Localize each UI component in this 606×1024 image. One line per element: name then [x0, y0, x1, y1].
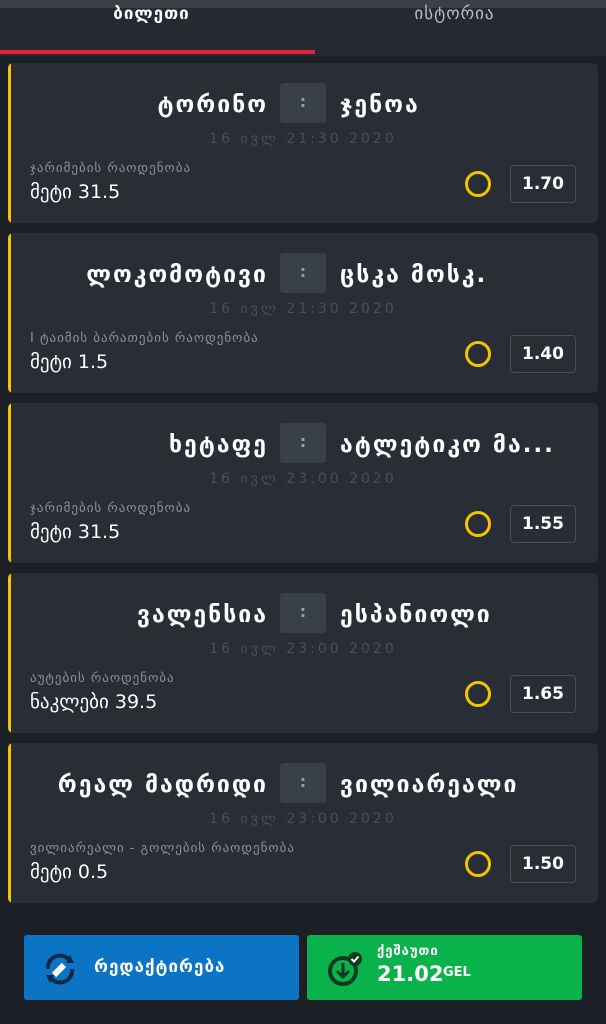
top-tab-bar: ბილეთი ისტორია [0, 0, 606, 56]
away-team: ცსკა მოსკ. [340, 262, 488, 288]
home-team: რეალ მადრიდი [57, 772, 268, 798]
bet-card: ხეტაფე : ატლეტიკო მა... 16 ივლ 23:00 202… [8, 403, 598, 563]
cashout-button[interactable]: ქეშაუთი 21.02 GEL [307, 935, 582, 1000]
pick-circle-icon[interactable] [465, 681, 491, 707]
market-name: ვილიარეალი - გოლების რაოდენობა [30, 841, 295, 856]
selection-name: მეტი 0.5 [30, 861, 109, 883]
away-team: ჯენოა [340, 92, 420, 118]
bet-card: ლოკომოტივი : ცსკა მოსკ. 16 ივლ 21:30 202… [8, 233, 598, 393]
tab-history[interactable]: ისტორია [303, 4, 606, 34]
edit-label: რედაქტირება [94, 957, 226, 977]
away-team: ესპანიოლი [340, 602, 492, 628]
bet-list: ტორინო : ჯენოა 16 ივლ 21:30 2020 ჯარიმებ… [8, 63, 598, 913]
market-name: ჯარიმების რაოდენობა [30, 501, 192, 516]
pick-circle-icon[interactable] [465, 171, 491, 197]
selection-name: მეტი 1.5 [30, 351, 109, 373]
bet-card: ვალენსია : ესპანიოლი 16 ივლ 23:00 2020 ა… [8, 573, 598, 733]
odds-value[interactable]: 1.40 [510, 335, 576, 373]
odds-value[interactable]: 1.55 [510, 505, 576, 543]
pick-circle-icon[interactable] [465, 341, 491, 367]
match-date: 16 ივლ 23:00 2020 [209, 471, 397, 487]
cashout-amount: 21.02 [377, 962, 444, 986]
home-team: ხეტაფე [168, 432, 268, 458]
market-name: აუტების რაოდენობა [30, 671, 175, 686]
selection-name: ნაკლები 39.5 [30, 691, 158, 713]
cashout-currency: GEL [443, 965, 471, 980]
selection-name: მეტი 31.5 [30, 181, 121, 203]
match-date: 16 ივლ 23:00 2020 [209, 811, 397, 827]
score-box: : [280, 593, 326, 633]
market-name: I ტაიმის ბარათების რაოდენობა [30, 331, 259, 346]
home-team: ტორინო [157, 92, 268, 118]
pick-circle-icon[interactable] [465, 511, 491, 537]
match-date: 16 ივლ 21:30 2020 [209, 301, 397, 317]
tab-ticket[interactable]: ბილეთი [0, 4, 303, 34]
match-date: 16 ივლ 21:30 2020 [209, 131, 397, 147]
action-footer: რედაქტირება ქეშაუთი 21.02 GEL [0, 910, 606, 1024]
pick-circle-icon[interactable] [465, 851, 491, 877]
cashout-check-icon [328, 952, 362, 986]
refresh-edit-icon [45, 953, 75, 985]
score-box: : [280, 83, 326, 123]
score-box: : [280, 763, 326, 803]
bet-card: ტორინო : ჯენოა 16 ივლ 21:30 2020 ჯარიმებ… [8, 63, 598, 223]
odds-value[interactable]: 1.65 [510, 675, 576, 713]
home-team: ლოკომოტივი [86, 262, 268, 288]
home-team: ვალენსია [136, 602, 268, 628]
selection-name: მეტი 31.5 [30, 521, 121, 543]
cashout-label: ქეშაუთი [377, 944, 439, 959]
score-box: : [280, 253, 326, 293]
bet-card: რეალ მადრიდი : ვილიარეალი 16 ივლ 23:00 2… [8, 743, 598, 903]
score-box: : [280, 423, 326, 463]
edit-button[interactable]: რედაქტირება [24, 935, 299, 1000]
active-tab-indicator [0, 50, 315, 54]
away-team: ატლეტიკო მა... [340, 432, 555, 458]
match-date: 16 ივლ 23:00 2020 [209, 641, 397, 657]
odds-value[interactable]: 1.70 [510, 165, 576, 203]
away-team: ვილიარეალი [340, 772, 519, 798]
odds-value[interactable]: 1.50 [510, 845, 576, 883]
market-name: ჯარიმების რაოდენობა [30, 161, 192, 176]
